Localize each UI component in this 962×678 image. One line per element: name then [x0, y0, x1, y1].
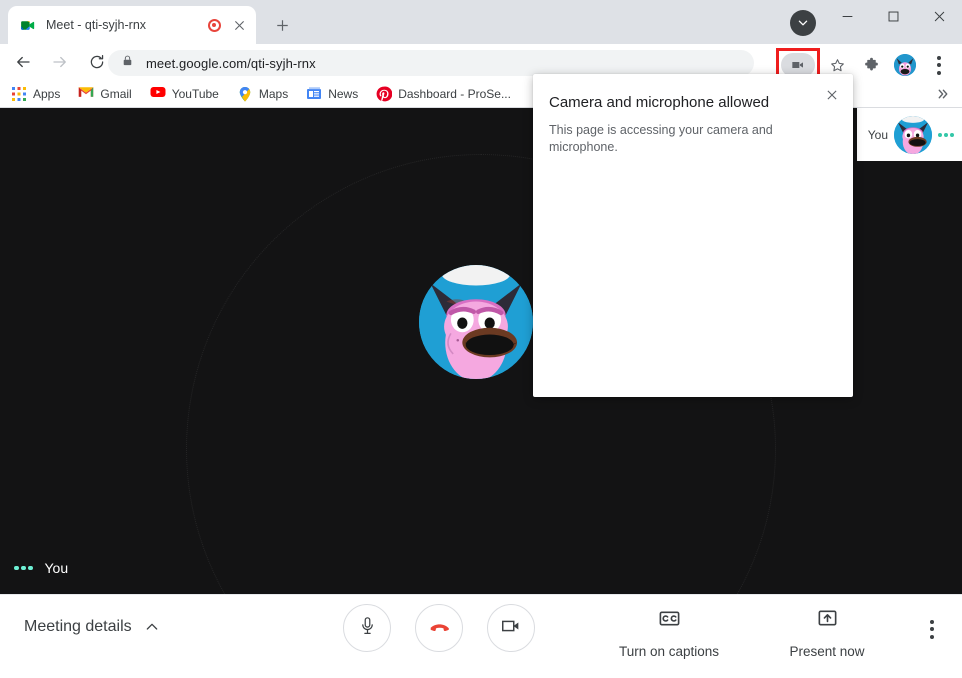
present-now-button[interactable]: Present now	[757, 607, 897, 659]
camera-toggle-button[interactable]	[487, 604, 535, 652]
bubble-title: Camera and microphone allowed	[549, 94, 770, 111]
camera-mic-permission-bubble: Camera and microphone allowed This page …	[533, 74, 853, 397]
bookmark-label: Dashboard - ProSe...	[398, 86, 511, 101]
meeting-details-button[interactable]: Meeting details	[24, 618, 160, 636]
phone-hangup-icon	[428, 614, 451, 642]
browser-window: Meet - qti-syjh-rnx meet.google.com/qti-…	[0, 0, 962, 678]
pip-tile-name: You	[867, 127, 888, 142]
bookmark-apps[interactable]: Apps	[4, 83, 67, 105]
pinterest-icon	[376, 85, 393, 102]
bookmark-label: YouTube	[171, 86, 219, 101]
microphone-icon	[357, 615, 378, 641]
bubble-subtitle: This page is accessing your camera and m…	[549, 123, 773, 154]
google-news-icon	[306, 86, 322, 102]
maps-pin-icon	[237, 86, 253, 102]
self-tile-label: You	[14, 560, 68, 576]
three-dots-vertical-icon	[930, 619, 934, 639]
tab-close-icon[interactable]	[230, 16, 248, 34]
more-options-button[interactable]	[918, 615, 946, 643]
meet-bottom-bar: Meeting details Turn on captions Present…	[0, 594, 962, 678]
bookmark-label: Maps	[258, 86, 289, 101]
chevron-up-icon	[144, 619, 160, 635]
mic-activity-dots-icon	[938, 132, 954, 137]
double-chevron-right-icon[interactable]	[932, 84, 954, 104]
avatar	[894, 54, 916, 76]
video-camera-icon	[500, 615, 522, 642]
new-tab-button[interactable]	[268, 11, 296, 39]
microphone-toggle-button[interactable]	[343, 604, 391, 652]
bookmark-label: News	[328, 86, 359, 101]
minimize-icon[interactable]	[824, 0, 870, 32]
tab-strip: Meet - qti-syjh-rnx	[0, 0, 962, 44]
self-tile-name: You	[44, 560, 69, 576]
address-bar-url: meet.google.com/qti-syjh-rnx	[146, 55, 316, 71]
present-screen-icon	[816, 607, 839, 635]
arrow-right-icon	[46, 48, 74, 76]
profile-avatar[interactable]	[891, 51, 919, 79]
address-bar[interactable]: meet.google.com/qti-syjh-rnx	[108, 50, 754, 76]
closed-captions-icon	[658, 607, 681, 635]
avatar	[894, 115, 932, 154]
three-dots-vertical-icon[interactable]	[925, 51, 953, 79]
arrow-left-icon[interactable]	[9, 48, 37, 76]
leave-call-button[interactable]	[415, 604, 463, 652]
bookmark-label: Apps	[33, 86, 61, 101]
gmail-icon	[78, 86, 94, 102]
tab-search-button[interactable]	[790, 10, 816, 36]
bookmark-maps[interactable]: Maps	[230, 83, 295, 105]
bookmark-gmail[interactable]: Gmail	[71, 83, 138, 105]
apps-grid-icon	[11, 86, 27, 102]
close-icon[interactable]	[819, 82, 845, 108]
self-pip-tile[interactable]: You	[857, 108, 962, 161]
google-meet-icon	[19, 17, 36, 34]
lock-icon	[121, 54, 134, 72]
bookmark-dashboard-prose[interactable]: Dashboard - ProSe...	[369, 83, 518, 105]
captions-label: Turn on captions	[618, 644, 720, 659]
bookmark-label: Gmail	[100, 86, 132, 101]
self-avatar-large	[419, 265, 533, 379]
reload-icon[interactable]	[83, 48, 111, 76]
mic-activity-dots-icon	[14, 565, 33, 571]
window-controls	[824, 0, 962, 32]
puzzle-piece-icon[interactable]	[857, 51, 885, 79]
close-icon[interactable]	[916, 0, 962, 32]
turn-on-captions-button[interactable]: Turn on captions	[599, 607, 739, 659]
maximize-icon[interactable]	[870, 0, 916, 32]
meeting-details-label: Meeting details	[24, 618, 132, 635]
tab-recording-indicator-icon	[208, 18, 221, 32]
browser-tab[interactable]: Meet - qti-syjh-rnx	[8, 6, 256, 44]
bookmark-youtube[interactable]: YouTube	[143, 83, 226, 105]
youtube-icon	[150, 86, 166, 102]
tab-title: Meet - qti-syjh-rnx	[46, 18, 147, 32]
bookmark-news[interactable]: News	[299, 83, 365, 105]
present-label: Present now	[789, 644, 865, 659]
